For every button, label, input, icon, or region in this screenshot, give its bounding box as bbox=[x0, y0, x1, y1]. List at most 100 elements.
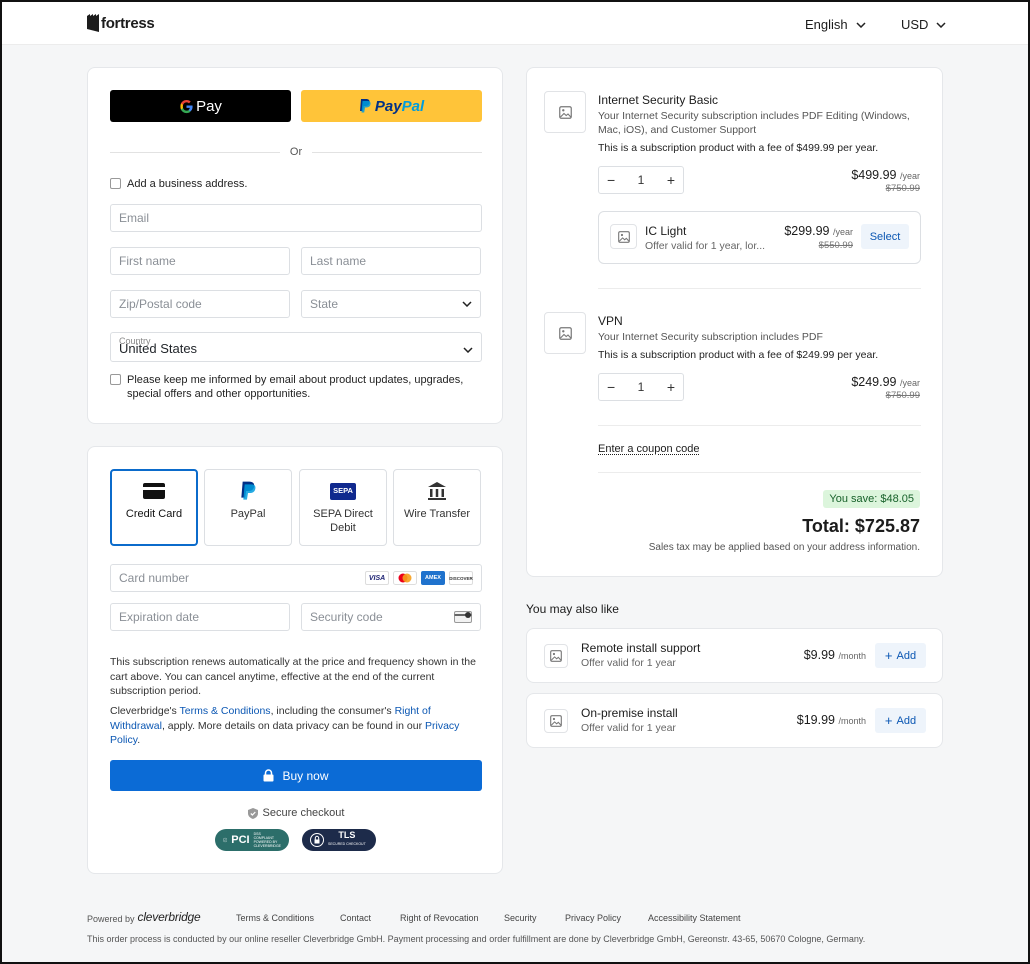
footer-link-privacy[interactable]: Privacy Policy bbox=[565, 913, 621, 923]
offer-price-value: $299.99 bbox=[784, 224, 830, 238]
product-image-placeholder bbox=[544, 91, 586, 133]
paypal-pal-text: Pal bbox=[401, 97, 425, 115]
payment-method-credit-card[interactable]: Credit Card bbox=[110, 469, 198, 546]
business-address-row[interactable]: Add a business address. bbox=[110, 177, 247, 191]
buy-now-button[interactable]: Buy now bbox=[110, 760, 482, 791]
footer-link-security[interactable]: Security bbox=[504, 913, 537, 923]
security-code-input[interactable]: Security code bbox=[301, 603, 481, 631]
product-title: VPN bbox=[598, 314, 623, 328]
pci-label: PCI bbox=[231, 834, 250, 846]
increment-button[interactable]: + bbox=[667, 172, 675, 188]
country-select[interactable]: Country United States bbox=[110, 332, 482, 362]
expiration-placeholder: Expiration date bbox=[119, 610, 200, 624]
newsletter-label: Please keep me informed by email about p… bbox=[127, 373, 463, 401]
footer-disclaimer: This order process is conducted by our o… bbox=[87, 934, 866, 944]
newsletter-line-2: special offers and other opportunities. bbox=[127, 388, 311, 400]
newsletter-checkbox[interactable] bbox=[110, 374, 121, 385]
footer-link-accessibility[interactable]: Accessibility Statement bbox=[648, 913, 741, 923]
credit-card-icon bbox=[143, 483, 165, 499]
currency-selector[interactable]: USD bbox=[901, 17, 946, 32]
tls-text: TLS SECURED CHECKOUT bbox=[328, 831, 366, 849]
payment-method-wire-transfer[interactable]: Wire Transfer bbox=[393, 469, 481, 546]
zip-input[interactable]: Zip/Postal code bbox=[110, 290, 290, 318]
add-upsell-button[interactable]: + Add bbox=[875, 708, 926, 733]
product-desc-line-1: Your Internet Security subscription incl… bbox=[598, 110, 910, 122]
product-desc-line-2: Mac, iOS), and Customer Support bbox=[598, 124, 757, 136]
increment-button[interactable]: + bbox=[667, 379, 675, 395]
paypal-pay-text: Pay bbox=[374, 97, 402, 115]
expiration-date-input[interactable]: Expiration date bbox=[110, 603, 290, 631]
product-image-placeholder bbox=[544, 312, 586, 354]
order-summary-card: Internet Security Basic Your Internet Se… bbox=[526, 67, 943, 577]
quantity-value[interactable]: 1 bbox=[638, 380, 645, 394]
business-address-checkbox[interactable] bbox=[110, 178, 121, 189]
upsell-image-placeholder bbox=[544, 644, 568, 668]
quantity-value[interactable]: 1 bbox=[638, 173, 645, 187]
product-subscription-note: This is a subscription product with a fe… bbox=[598, 349, 879, 361]
email-placeholder: Email bbox=[119, 211, 150, 225]
terms-link[interactable]: Terms & Conditions bbox=[180, 705, 271, 717]
secure-checkout: Secure checkout bbox=[88, 807, 504, 819]
pci-badge: PCI DSS COMPLIANT POWERED BY CLEVERBRIDG… bbox=[215, 829, 289, 851]
add-label: Add bbox=[896, 714, 917, 727]
savings-badge: You save: $48.05 bbox=[823, 490, 920, 508]
upsell-price-value: $19.99 bbox=[796, 713, 835, 727]
state-select[interactable]: State bbox=[301, 290, 481, 318]
price-value: $249.99 bbox=[851, 375, 897, 389]
brand-logo[interactable]: fortress bbox=[87, 14, 155, 32]
upsell-title: Remote install support bbox=[581, 641, 701, 655]
tls-sub: SECURED CHECKOUT bbox=[328, 842, 366, 846]
visa-icon: VISA bbox=[365, 571, 389, 585]
legal-end: . bbox=[137, 734, 141, 746]
original-price: $750.99 bbox=[885, 390, 920, 401]
offer-price-period: /year bbox=[832, 227, 853, 237]
language-selector[interactable]: English bbox=[805, 17, 866, 32]
contact-info-card: Pay PayPal Or Add a business address. Em… bbox=[87, 67, 503, 424]
first-name-input[interactable]: First name bbox=[110, 247, 290, 275]
card-number-input[interactable]: Card number VISA AMEX DISCOVER bbox=[110, 564, 482, 592]
pci-sub-3: POWERED BY CLEVERBRIDGE bbox=[253, 840, 282, 848]
image-icon bbox=[550, 650, 562, 662]
email-input[interactable]: Email bbox=[110, 204, 482, 232]
shield-check-icon bbox=[247, 807, 258, 819]
top-header: fortress English USD bbox=[2, 2, 1028, 45]
paypal-icon bbox=[359, 99, 371, 113]
newsletter-row[interactable]: Please keep me informed by email about p… bbox=[110, 373, 463, 401]
select-offer-button[interactable]: Select bbox=[861, 224, 909, 249]
add-upsell-button[interactable]: + Add bbox=[875, 643, 926, 668]
footer-link-revocation[interactable]: Right of Revocation bbox=[400, 913, 479, 923]
decrement-button[interactable]: − bbox=[607, 379, 615, 395]
state-placeholder: State bbox=[310, 297, 339, 311]
payment-card: Credit Card PayPal SEPA SEPA Direct Debi… bbox=[87, 446, 503, 874]
upsell-price-period: /month bbox=[838, 651, 866, 661]
upsell-price-value: $9.99 bbox=[803, 648, 835, 662]
payment-method-sepa[interactable]: SEPA SEPA Direct Debit bbox=[299, 469, 387, 546]
footer-link-terms[interactable]: Terms & Conditions bbox=[236, 913, 314, 923]
offer-image-placeholder bbox=[610, 224, 637, 249]
legal-middle: , including the consumer's bbox=[270, 705, 395, 717]
order-total: Total: $725.87 bbox=[802, 516, 920, 536]
sepa-icon: SEPA bbox=[330, 482, 356, 500]
payment-method-label: Wire Transfer bbox=[403, 508, 470, 520]
coupon-code-link[interactable]: Enter a coupon code bbox=[598, 443, 700, 455]
pci-shield-icon bbox=[223, 837, 228, 843]
upsell-price: $9.99 /month bbox=[804, 648, 866, 662]
powered-by-label: Powered by bbox=[87, 914, 135, 924]
tls-label: TLS bbox=[338, 830, 356, 840]
product-title: Internet Security Basic bbox=[598, 93, 719, 107]
cvv-card-icon bbox=[454, 611, 472, 623]
brand-name: fortress bbox=[101, 14, 155, 32]
google-pay-button[interactable]: Pay bbox=[110, 90, 291, 122]
product-description: Your Internet Security subscription incl… bbox=[598, 331, 823, 343]
add-label: Add bbox=[896, 649, 917, 662]
powered-by: Powered by cleverbridge bbox=[87, 910, 201, 924]
decrement-button[interactable]: − bbox=[607, 172, 615, 188]
upsell-price-period: /month bbox=[838, 716, 866, 726]
footer-link-contact[interactable]: Contact bbox=[340, 913, 371, 923]
product-price: $499.99 /year bbox=[851, 168, 920, 182]
newsletter-line-1: Please keep me informed by email about p… bbox=[127, 374, 464, 386]
last-name-input[interactable]: Last name bbox=[301, 247, 481, 275]
payment-method-paypal[interactable]: PayPal bbox=[204, 469, 292, 546]
chevron-down-icon bbox=[462, 301, 472, 307]
paypal-express-button[interactable]: PayPal bbox=[301, 90, 482, 122]
